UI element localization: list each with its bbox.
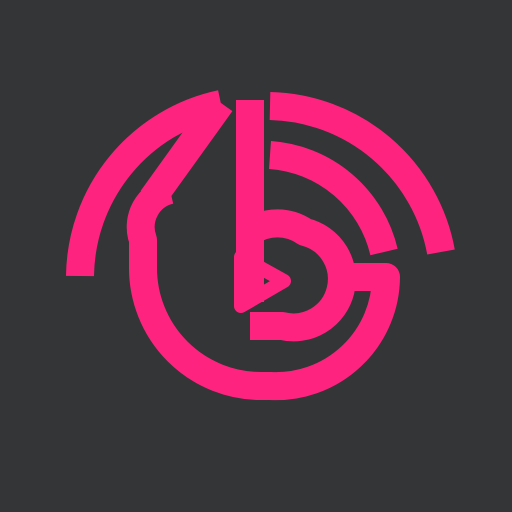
b-play-logo-icon <box>66 90 455 401</box>
app-icon <box>0 0 512 512</box>
logo-strokes <box>66 90 455 401</box>
